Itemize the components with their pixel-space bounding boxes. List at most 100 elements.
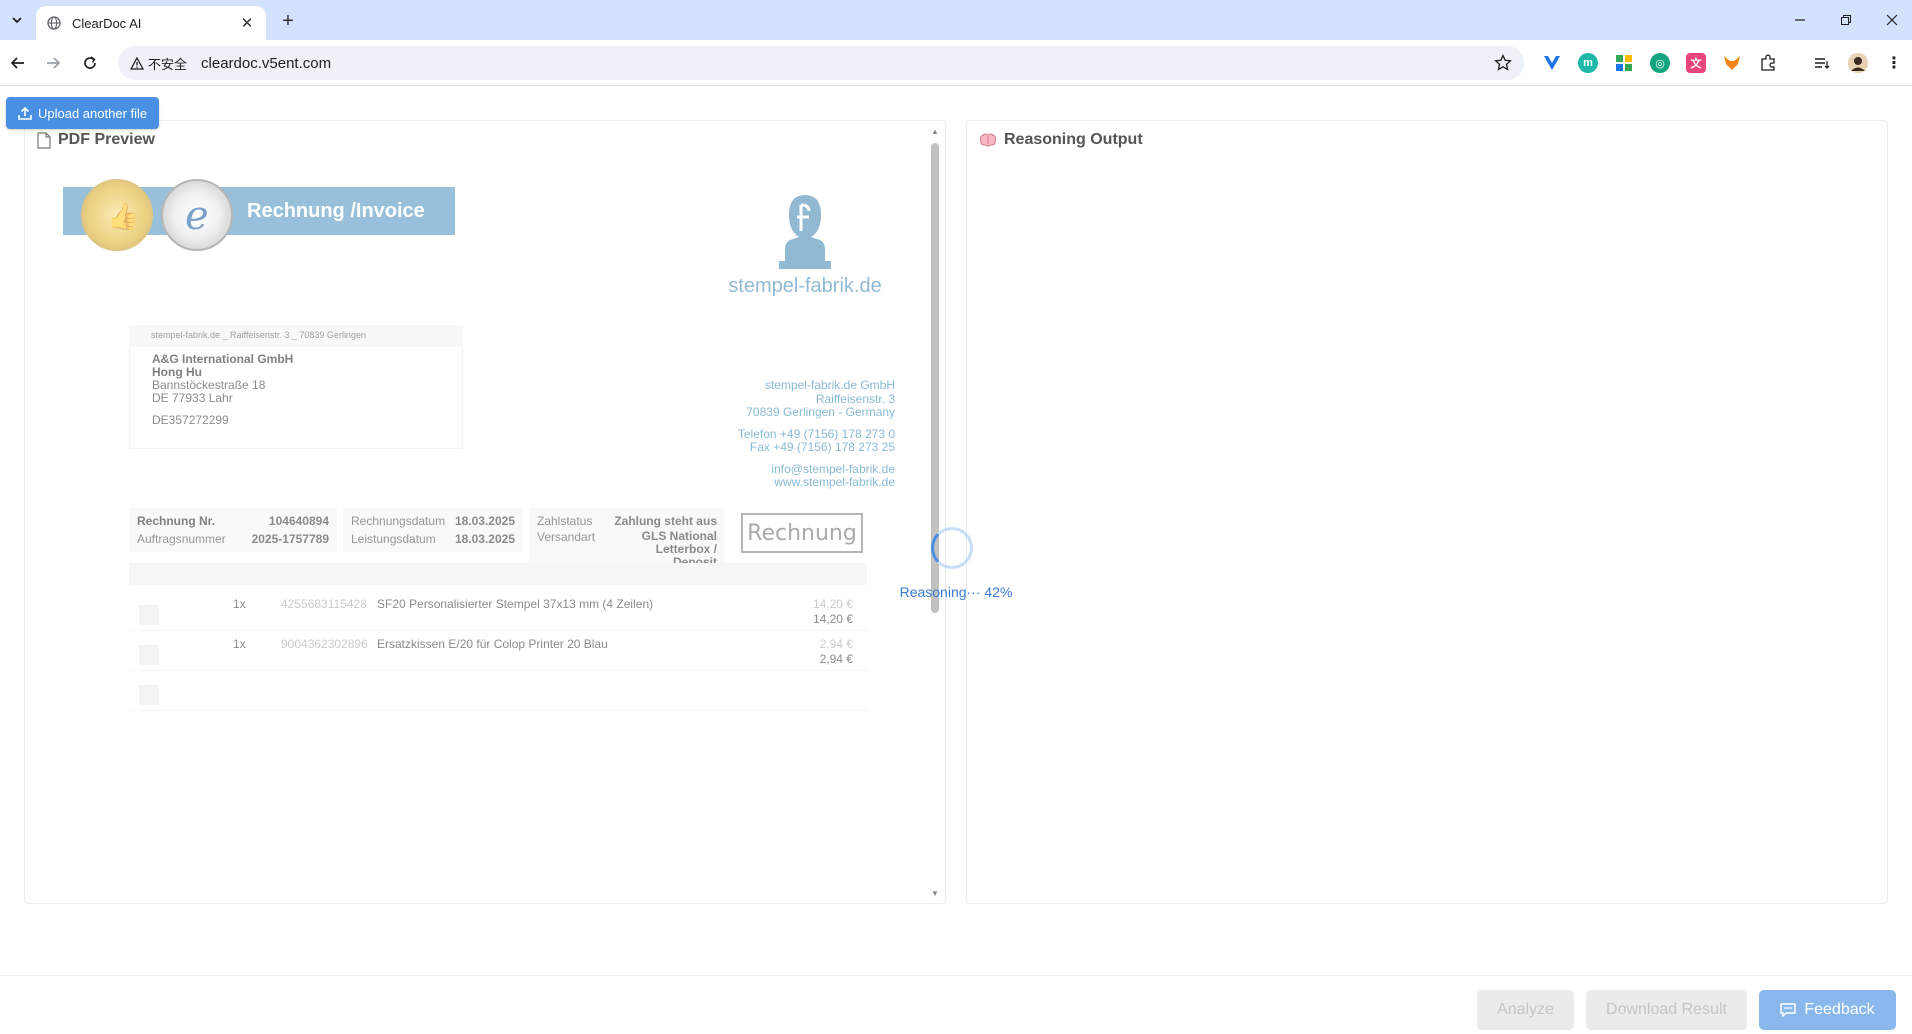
invoice-date: 18.03.2025 — [454, 514, 515, 528]
upload-icon — [18, 106, 32, 120]
scroll-up-icon[interactable]: ▲ — [931, 127, 939, 136]
stempel-fabrik-logo: stempel-fabrik.de — [705, 191, 905, 301]
warning-triangle-icon — [130, 56, 144, 70]
items-table-header — [129, 563, 867, 585]
payment-shipping-box: Zahlstatus Zahlung steht aus Versandart GL… — [529, 508, 725, 566]
pdf-preview-title: PDF Preview — [58, 131, 155, 148]
item-desc: Ersatzkissen E/20 für Colop Printer 20 B… — [377, 637, 608, 651]
grid-extension-icon[interactable] — [1614, 53, 1634, 73]
scroll-down-icon[interactable]: ▼ — [931, 889, 939, 898]
new-tab-icon[interactable]: + — [276, 9, 300, 33]
table-row: 1x 4255683115428 SF20 Personalisierter S… — [129, 591, 867, 631]
table-row: 1x 9004362302896 Ersatzkissen E/20 für C… — [129, 631, 867, 671]
reasoning-header: Reasoning Output — [979, 131, 1143, 149]
recipient-city: DE 77933 Lahr — [152, 391, 233, 405]
forward-arrow-icon[interactable] — [41, 51, 65, 75]
app-root: 👍 e Rechnung /Invoice stempel-fabrik.de … — [0, 87, 1912, 1034]
upload-another-file-button[interactable]: Upload another file — [6, 97, 160, 129]
shipping: GLS National Letterbox / Deposit — [641, 529, 717, 567]
action-footer: Analyze Download Result Feedback — [0, 975, 1912, 1034]
recipient-vat: DE357272299 — [152, 413, 229, 427]
item-qty: 1x — [233, 637, 246, 651]
order-no-label: Auftragsnummer — [137, 532, 226, 546]
not-secure-indicator[interactable]: 不安全 — [130, 54, 187, 73]
pdf-scrollbar[interactable]: ▲ ▼ — [929, 127, 941, 898]
pdf-document: 👍 e Rechnung /Invoice stempel-fabrik.de … — [25, 121, 925, 905]
address-bar[interactable]: 不安全 cleardoc.v5ent.com — [118, 46, 1524, 80]
chat-extension-icon[interactable]: ◎ — [1650, 53, 1670, 73]
download-result-button[interactable]: Download Result — [1586, 990, 1747, 1030]
tab-search-icon[interactable] — [1812, 53, 1832, 73]
browser-tab[interactable]: ClearDoc AI ✕ — [36, 6, 266, 40]
puzzle-extensions-icon[interactable] — [1758, 53, 1778, 73]
reload-icon[interactable] — [78, 51, 102, 75]
comment-icon — [1780, 1003, 1797, 1017]
company-phone: Telefon +49 (7156) 178 273 0 — [737, 426, 895, 441]
brand-name: stempel-fabrik.de — [728, 275, 882, 297]
reasoning-title: Reasoning Output — [1004, 131, 1143, 148]
restore-icon[interactable] — [1828, 8, 1864, 32]
invoice-no-label: Rechnung Nr. — [137, 514, 216, 528]
fox-extension-icon[interactable] — [1722, 53, 1742, 73]
invoice-dates-box: Rechnungsdatum 18.03.2025 Leistungsdatum 1… — [343, 508, 523, 552]
ekomi-seal-logo: 👍 — [81, 179, 153, 251]
table-row — [129, 671, 867, 711]
translate-extension-icon[interactable]: 文 — [1686, 53, 1706, 73]
analyze-button[interactable]: Analyze — [1477, 990, 1574, 1030]
company-street: Raiffeisenstr. 3 — [815, 391, 895, 406]
company-info: stempel-fabrik.de GmbH Raiffeisenstr. 3 … — [655, 378, 895, 490]
tab-list-chevron-icon[interactable] — [6, 9, 28, 31]
pay-status: Zahlung steht aus — [614, 513, 717, 528]
feedback-button[interactable]: Feedback — [1759, 990, 1896, 1030]
tab-title: ClearDoc AI — [72, 15, 142, 31]
company-web: www.stempel-fabrik.de — [774, 475, 895, 489]
item-qty: 1x — [233, 597, 246, 611]
shipping-label: Versandart — [537, 530, 596, 544]
sender-line: stempel-fabrik.de _ Raiffeisenstr. 3 _ 7… — [129, 325, 463, 347]
pay-status-label: Zahlstatus — [537, 514, 593, 528]
feedback-label: Feedback — [1804, 1001, 1875, 1018]
stamp-icon — [779, 195, 831, 269]
browser-toolbar: 不安全 cleardoc.v5ent.com m ◎ 文 ⋮ — [0, 40, 1912, 86]
reasoning-panel: Reasoning Output — [966, 120, 1888, 904]
upload-label: Upload another file — [38, 105, 148, 121]
invoice-banner: 👍 e Rechnung /Invoice — [63, 179, 455, 251]
pdf-preview-panel: 👍 e Rechnung /Invoice stempel-fabrik.de … — [24, 120, 946, 904]
invoice-number-box: Rechnung Nr. 104640894 Auftragsnummer 2025… — [129, 508, 337, 552]
item-thumbnail — [139, 605, 159, 625]
company-fax: Fax +49 (7156) 178 273 25 — [749, 440, 895, 454]
company-city: 70839 Gerlingen - Germany — [746, 405, 895, 419]
item-unit-price: 2,94 € — [819, 637, 853, 651]
vue-extension-icon[interactable] — [1542, 53, 1562, 73]
loading-spinner — [931, 527, 973, 569]
url-text: cleardoc.v5ent.com — [201, 54, 332, 72]
item-desc: SF20 Personalisierter Stempel 37x13 mm (… — [377, 597, 654, 611]
pdf-preview-header: PDF Preview — [37, 131, 155, 149]
item-thumbnail — [139, 685, 159, 705]
company-email: info@stempel-fabrik.de — [771, 461, 895, 476]
rechnung-stamp: Rechnung — [741, 513, 863, 553]
invoice-date-label: Rechnungsdatum — [351, 514, 446, 528]
trusted-shops-seal-logo: e — [161, 179, 233, 251]
browser-tabstrip: ClearDoc AI ✕ + — [0, 0, 1912, 40]
service-date: 18.03.2025 — [454, 532, 515, 546]
item-total: 14,20 € — [812, 612, 853, 626]
minimize-icon[interactable] — [1782, 8, 1818, 32]
invoice-no: 104640894 — [268, 514, 329, 528]
service-date-label: Leistungsdatum — [351, 532, 436, 546]
kebab-menu-icon[interactable]: ⋮ — [1884, 53, 1904, 73]
company-name: stempel-fabrik.de GmbH — [764, 378, 895, 392]
m-extension-icon[interactable]: m — [1578, 53, 1598, 73]
profile-avatar[interactable] — [1848, 53, 1868, 73]
close-tab-icon[interactable]: ✕ — [238, 14, 256, 32]
item-total: 2,94 € — [819, 652, 853, 666]
bookmark-star-icon[interactable] — [1494, 53, 1512, 72]
document-icon — [37, 131, 51, 149]
order-no: 2025-1757789 — [251, 532, 329, 546]
item-ean: 4255683115428 — [281, 597, 367, 611]
globe-icon — [46, 15, 62, 31]
back-arrow-icon[interactable] — [6, 51, 30, 75]
close-window-icon[interactable] — [1874, 8, 1910, 32]
item-ean: 9004362302896 — [281, 637, 368, 651]
reasoning-progress-text: Reasoning··· 42% — [899, 584, 1013, 600]
